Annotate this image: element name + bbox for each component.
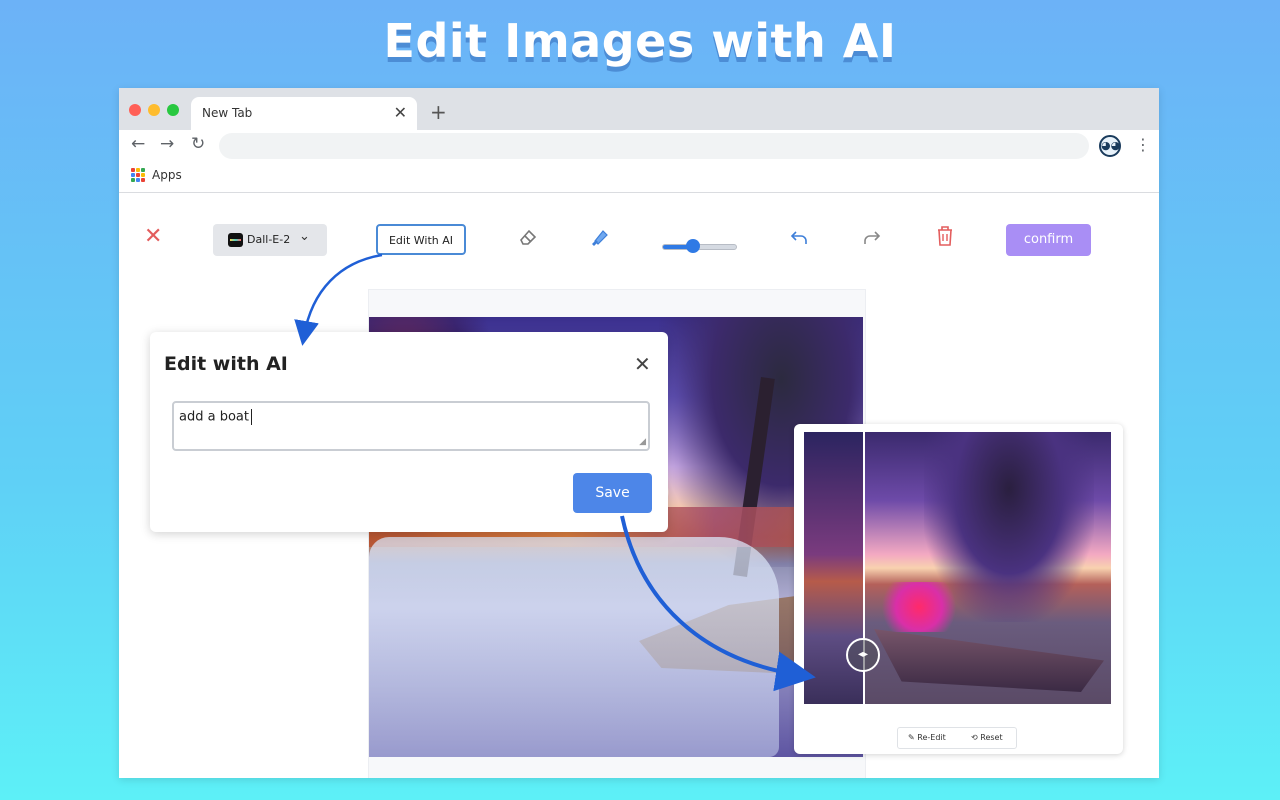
address-bar[interactable] <box>219 133 1089 159</box>
editor-toolbar: ✕ Dall-E-2 ⌄ Edit With AI confirm <box>119 194 1159 274</box>
window-close-dot[interactable] <box>129 104 141 116</box>
trash-icon[interactable] <box>934 224 956 248</box>
chevron-down-icon: ⌄ <box>299 229 310 244</box>
re-edit-button[interactable]: ✎ Re-Edit <box>908 733 946 742</box>
brush-mask-overlay <box>369 537 779 757</box>
reset-button[interactable]: ⟲ Reset <box>971 733 1003 742</box>
text-caret <box>250 409 252 425</box>
back-icon[interactable]: ← <box>131 134 145 154</box>
apps-grid-icon[interactable] <box>131 168 145 182</box>
tab-close-icon[interactable]: ✕ <box>394 103 407 122</box>
extension-icon[interactable]: ◕◕ <box>1099 135 1121 157</box>
compare-divider[interactable] <box>863 424 865 724</box>
browser-tab[interactable]: New Tab ✕ <box>191 97 417 130</box>
prompt-text: add a boat <box>179 409 249 425</box>
browser-toolbar: ← → ↻ ◕◕ ⋮ <box>119 130 1159 164</box>
generated-boat <box>874 629 1104 692</box>
brush-size-thumb[interactable] <box>686 239 700 253</box>
brush-icon[interactable] <box>589 225 611 247</box>
redo-icon[interactable] <box>861 226 883 248</box>
model-select-label: Dall-E-2 <box>247 233 291 246</box>
compare-handle-icon[interactable]: ◂▸ <box>846 638 880 672</box>
apps-bookmark[interactable]: Apps <box>152 168 182 182</box>
bookmarks-bar: Apps <box>119 164 1159 193</box>
tab-title: New Tab <box>202 106 253 120</box>
preview-actions: ✎ Re-Edit ⟲ Reset <box>897 727 1017 749</box>
forward-icon[interactable]: → <box>160 134 174 154</box>
model-logo-icon <box>228 233 243 247</box>
window-maximize-dot[interactable] <box>167 104 179 116</box>
prompt-textarea[interactable]: add a boat ◢ <box>172 401 650 451</box>
eraser-icon[interactable] <box>517 226 539 248</box>
edit-with-ai-dialog: Edit with AI ✕ add a boat ◢ Save <box>150 332 668 532</box>
save-button[interactable]: Save <box>573 473 652 513</box>
new-tab-button[interactable]: + <box>430 100 447 124</box>
edit-with-ai-button[interactable]: Edit With AI <box>376 224 466 255</box>
window-minimize-dot[interactable] <box>148 104 160 116</box>
editor-close-icon[interactable]: ✕ <box>144 224 162 249</box>
reload-icon[interactable]: ↻ <box>191 134 205 154</box>
page-headline: Edit Images with AI <box>383 14 897 68</box>
tab-strip: New Tab ✕ + <box>119 88 1159 130</box>
model-select[interactable]: Dall-E-2 ⌄ <box>213 224 327 256</box>
browser-menu-icon[interactable]: ⋮ <box>1135 135 1151 154</box>
browser-window: New Tab ✕ + ← → ↻ ◕◕ ⋮ Apps ✕ Dall-E-2 ⌄… <box>119 88 1159 778</box>
dialog-title: Edit with AI <box>164 353 288 375</box>
resize-handle-icon[interactable]: ◢ <box>639 437 646 447</box>
result-preview-panel: ◂▸ ✎ Re-Edit ⟲ Reset <box>794 424 1123 754</box>
dialog-close-icon[interactable]: ✕ <box>634 352 651 376</box>
confirm-button[interactable]: confirm <box>1006 224 1091 256</box>
undo-icon[interactable] <box>788 226 810 248</box>
